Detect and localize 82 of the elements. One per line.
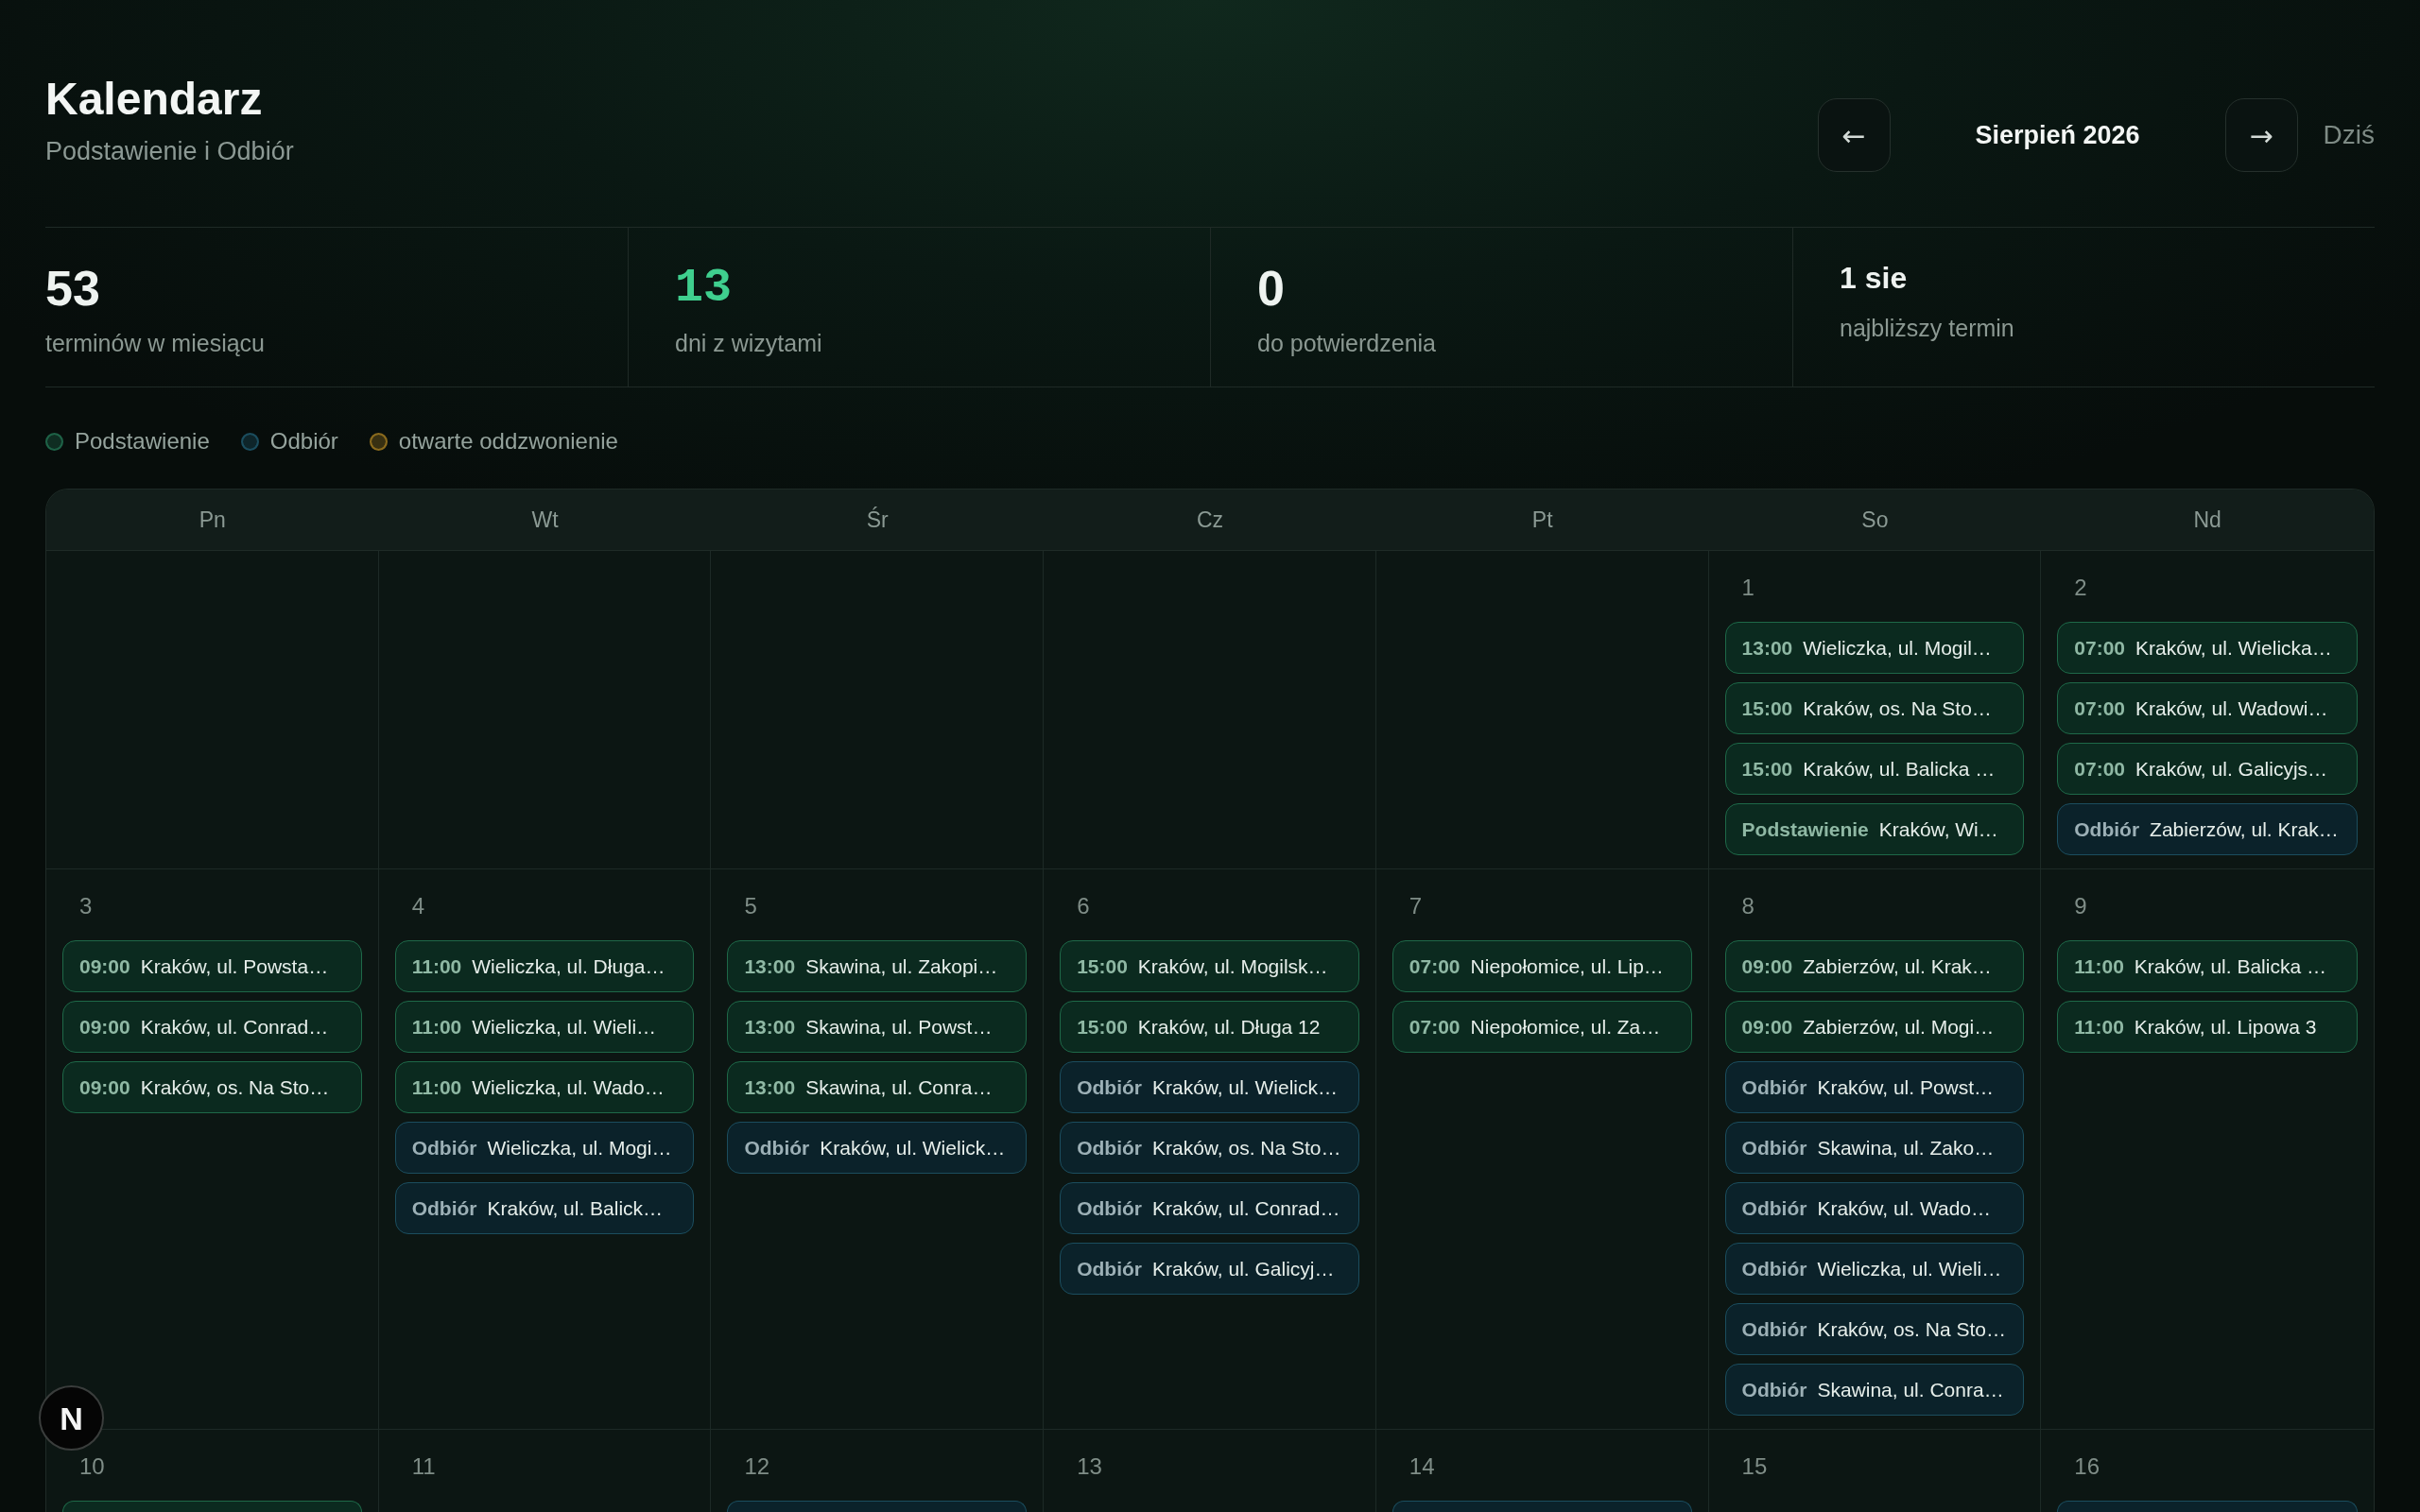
event-chip[interactable]: 07:00 Kraków, ul. Wadowi… xyxy=(2057,682,2358,734)
legend-label: Podstawienie xyxy=(75,427,210,455)
event-chip[interactable]: 15:00 Kraków, ul. Długa 12 xyxy=(1060,1001,1359,1053)
event-chip[interactable]: Odbiór Wieliczka, ul. Wieli… xyxy=(1724,1243,2025,1295)
page-subtitle: Podstawienie i Odbiór xyxy=(45,136,294,167)
stat-value: 0 xyxy=(1257,264,1285,313)
event-chip[interactable]: 13:00 Skawina, ul. Zakopi… xyxy=(727,940,1028,992)
event-chip[interactable] xyxy=(1392,1501,1692,1512)
day-number: 10 xyxy=(79,1452,105,1481)
legend-label: Odbiór xyxy=(269,427,338,455)
event-chip[interactable]: Odbiór Kraków, ul. Wielick… xyxy=(727,1122,1028,1174)
event-chip[interactable]: 15:00 Kraków, os. Na Sto… xyxy=(1724,682,2025,734)
day-number: 6 xyxy=(1077,892,1090,920)
day-number: 7 xyxy=(1409,892,1423,920)
event-chip[interactable]: 09:00 Kraków, ul. Conrad… xyxy=(62,1001,362,1053)
stat-label: dni z wizytami xyxy=(675,329,822,358)
event-chip[interactable]: 15:00 Kraków, ul. Mogilsk… xyxy=(1060,940,1359,992)
event-chip[interactable]: 13:00 Wieliczka, ul. Mogil… xyxy=(1724,622,2025,674)
day-number: 8 xyxy=(1741,892,1754,920)
day-number: 14 xyxy=(1409,1452,1435,1481)
event-chip[interactable] xyxy=(62,1501,362,1512)
event-chip[interactable]: 09:00 Kraków, os. Na Sto… xyxy=(62,1061,362,1113)
weekday-label: So xyxy=(1861,507,1889,534)
event-chip[interactable]: Odbiór Zabierzów, ul. Krak… xyxy=(2057,803,2358,855)
weekday-label: Cz xyxy=(1196,507,1224,534)
weekday-label: Śr xyxy=(866,506,889,534)
legend-label: otwarte oddzwonienie xyxy=(398,427,618,455)
event-chip[interactable]: Odbiór Kraków, ul. Wado… xyxy=(1724,1182,2025,1234)
stat-value: 53 xyxy=(45,264,100,313)
event-chip[interactable] xyxy=(2057,1501,2358,1512)
event-chip[interactable]: Odbiór Kraków, ul. Wielick… xyxy=(1060,1061,1359,1113)
event-chip[interactable]: 11:00 Kraków, ul. Lipowa 3 xyxy=(2057,1001,2358,1053)
month-label: Sierpień 2026 xyxy=(1975,120,2140,151)
event-chip[interactable]: Odbiór Kraków, ul. Conrad… xyxy=(1060,1182,1359,1234)
event-chip[interactable]: Odbiór Kraków, ul. Galicyj… xyxy=(1060,1243,1359,1295)
event-chip[interactable]: 09:00 Kraków, ul. Powsta… xyxy=(62,940,362,992)
event-chip[interactable]: Odbiór Kraków, ul. Balick… xyxy=(394,1182,695,1234)
day-number: 4 xyxy=(411,892,425,920)
day-number: 1 xyxy=(1741,574,1754,602)
day-number: 12 xyxy=(744,1452,770,1481)
event-chip[interactable]: Odbiór Skawina, ul. Conra… xyxy=(1724,1364,2025,1416)
event-chip[interactable]: 11:00 Wieliczka, ul. Wado… xyxy=(394,1061,695,1113)
event-chip[interactable]: Podstawienie Kraków, Wi… xyxy=(1724,803,2025,855)
event-chip[interactable]: Odbiór Skawina, ul. Zako… xyxy=(1724,1122,2025,1174)
event-chip[interactable]: Odbiór Kraków, ul. Powst… xyxy=(1724,1061,2025,1113)
weekday-label: Wt xyxy=(531,507,559,534)
event-chip[interactable]: 15:00 Kraków, ul. Balicka … xyxy=(1724,743,2025,795)
day-number: 2 xyxy=(2074,574,2087,602)
stat-label: terminów w miesiącu xyxy=(45,329,265,358)
event-chip[interactable]: 07:00 Kraków, ul. Wielicka… xyxy=(2057,622,2358,674)
day-number: 16 xyxy=(2074,1452,2100,1481)
page-title: Kalendarz xyxy=(45,73,263,126)
day-number: 11 xyxy=(411,1452,436,1481)
event-chip[interactable] xyxy=(727,1501,1028,1512)
event-chip[interactable]: Odbiór Wieliczka, ul. Mogi… xyxy=(394,1122,695,1174)
today-button[interactable]: Dziś xyxy=(2323,119,2375,151)
stat-label: do potwierdzenia xyxy=(1257,329,1436,358)
event-chip[interactable]: 07:00 Kraków, ul. Galicyjs… xyxy=(2057,743,2358,795)
weekday-label: Nd xyxy=(2193,507,2221,534)
day-number: 5 xyxy=(744,892,757,920)
weekday-label: Pn xyxy=(199,507,226,534)
event-chip[interactable]: 09:00 Zabierzów, ul. Krak… xyxy=(1724,940,2025,992)
stat-label: najbliższy termin xyxy=(1840,314,2014,343)
stat-value: 1 sie xyxy=(1840,263,1908,293)
day-number: 9 xyxy=(2074,892,2087,920)
event-chip[interactable]: 11:00 Kraków, ul. Balicka … xyxy=(2057,940,2358,992)
event-chip[interactable]: 11:00 Wieliczka, ul. Długa… xyxy=(394,940,695,992)
event-chip[interactable]: 13:00 Skawina, ul. Powst… xyxy=(727,1001,1028,1053)
event-chip[interactable]: 13:00 Skawina, ul. Conra… xyxy=(727,1061,1028,1113)
event-chip[interactable]: Odbiór Kraków, os. Na Sto… xyxy=(1060,1122,1359,1174)
day-number: 15 xyxy=(1741,1452,1768,1481)
stat-value: 13 xyxy=(675,264,732,313)
previous-month-button[interactable]: ← xyxy=(1817,98,1891,172)
weekday-label: Pt xyxy=(1531,507,1553,534)
day-number: 13 xyxy=(1077,1452,1102,1481)
next-month-button[interactable]: → xyxy=(2224,98,2298,172)
event-chip[interactable]: 07:00 Niepołomice, ul. Lip… xyxy=(1392,940,1692,992)
event-chip[interactable]: 07:00 Niepołomice, ul. Za… xyxy=(1392,1001,1692,1053)
event-chip[interactable]: 09:00 Zabierzów, ul. Mogi… xyxy=(1724,1001,2025,1053)
day-number: 3 xyxy=(79,892,93,920)
event-chip[interactable]: Odbiór Kraków, os. Na Sto… xyxy=(1724,1303,2025,1355)
event-chip[interactable]: 11:00 Wieliczka, ul. Wieli… xyxy=(394,1001,695,1053)
